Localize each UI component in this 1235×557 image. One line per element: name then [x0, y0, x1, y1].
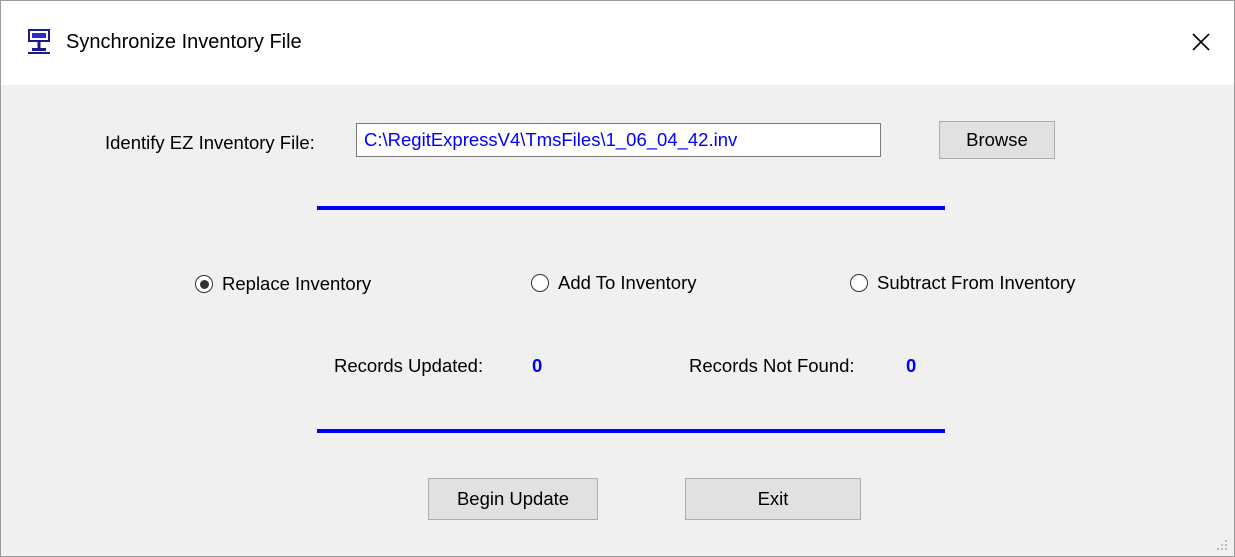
- file-label: Identify EZ Inventory File:: [105, 132, 315, 153]
- radio-add-to-inventory[interactable]: Add To Inventory: [531, 272, 697, 294]
- computer-monitor-icon: [26, 29, 52, 55]
- close-icon: [1192, 33, 1210, 51]
- window-title: Synchronize Inventory File: [66, 31, 302, 53]
- radio-subtract-label: Subtract From Inventory: [877, 272, 1076, 293]
- separator-line-bottom: [317, 429, 945, 433]
- records-not-found-value: 0: [906, 355, 917, 376]
- sync-inventory-dialog: Synchronize Inventory File Identify EZ I…: [0, 0, 1235, 557]
- records-updated-value: 0: [532, 355, 543, 376]
- radio-selected-icon: [195, 275, 213, 293]
- radio-unselected-icon: [850, 274, 868, 292]
- radio-unselected-icon: [531, 274, 549, 292]
- radio-subtract-from-inventory[interactable]: Subtract From Inventory: [850, 272, 1075, 294]
- radio-replace-label: Replace Inventory: [222, 273, 372, 294]
- radio-replace-inventory[interactable]: Replace Inventory: [195, 273, 371, 295]
- inventory-file-input[interactable]: [356, 123, 881, 157]
- separator-line-top: [317, 206, 945, 210]
- resize-grip-icon[interactable]: [1216, 538, 1228, 550]
- close-button[interactable]: [1176, 19, 1226, 65]
- browse-button[interactable]: Browse: [939, 121, 1055, 159]
- records-updated-label: Records Updated:: [334, 355, 484, 376]
- begin-update-button[interactable]: Begin Update: [428, 478, 598, 520]
- radio-add-label: Add To Inventory: [558, 272, 697, 293]
- records-not-found-label: Records Not Found:: [689, 355, 855, 376]
- exit-button[interactable]: Exit: [685, 478, 861, 520]
- title-bar: Synchronize Inventory File: [1, 1, 1234, 85]
